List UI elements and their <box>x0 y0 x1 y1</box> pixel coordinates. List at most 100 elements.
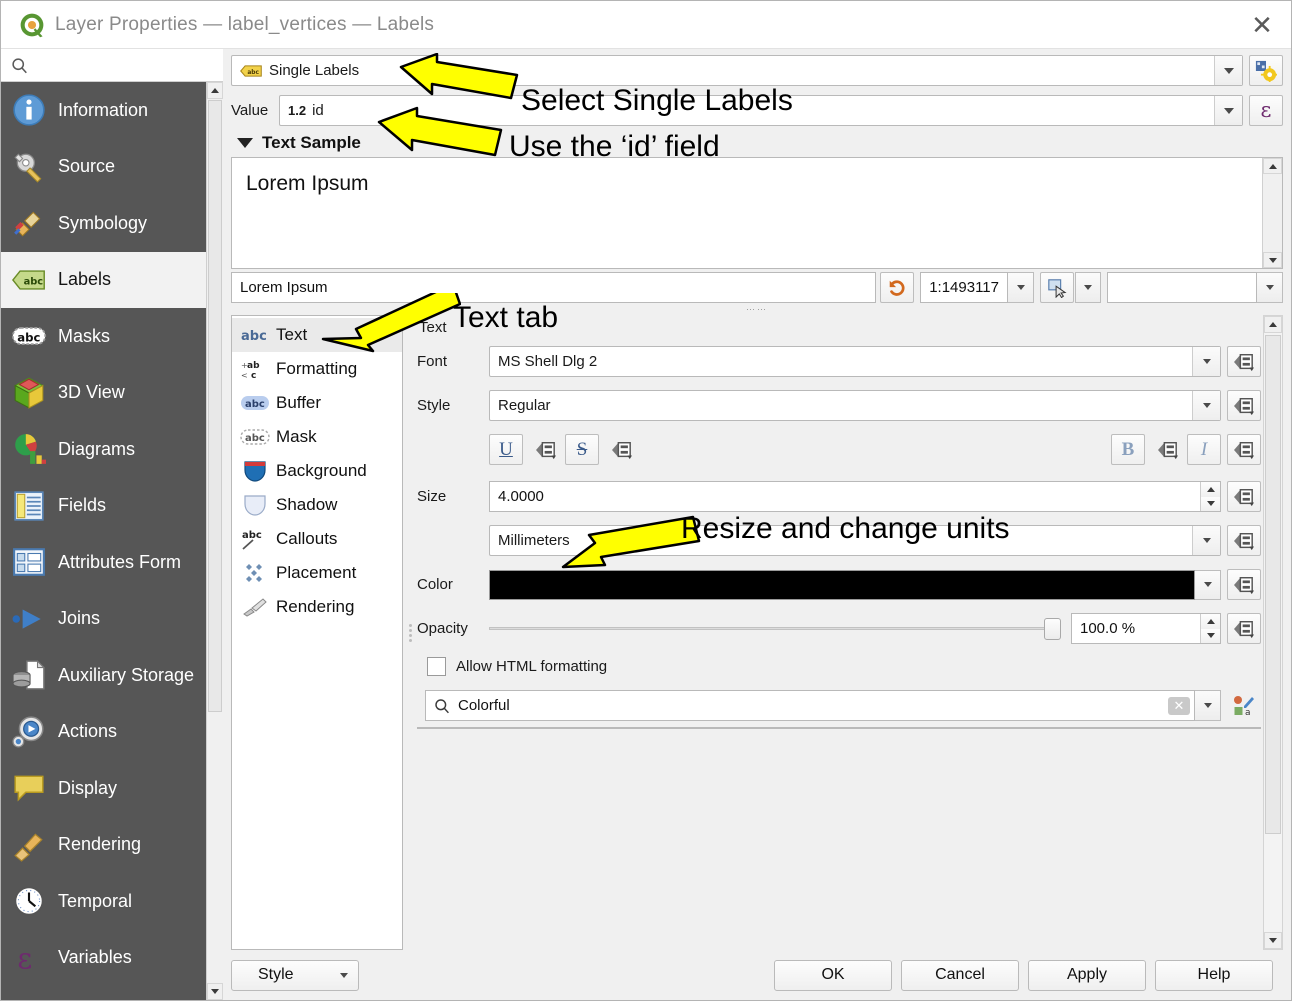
sidebar-item-information[interactable]: Information <box>1 82 223 139</box>
opacity-step-down[interactable] <box>1201 628 1220 643</box>
help-button[interactable]: Help <box>1155 959 1273 991</box>
value-expression-button[interactable]: ε <box>1249 95 1283 126</box>
text-sample-scrollbar[interactable] <box>1262 158 1282 268</box>
text-sample-input[interactable]: Lorem Ipsum <box>231 272 877 303</box>
sidebar-item-variables[interactable]: ε Variables <box>1 930 223 987</box>
sidebar-item-fields[interactable]: Fields <box>1 478 223 535</box>
size-units-combo[interactable]: Millimeters <box>489 525 1221 556</box>
sidebar-item-labels[interactable]: abc Labels <box>1 251 223 308</box>
tab-text[interactable]: abc Text <box>232 318 402 352</box>
background-color-dropdown[interactable] <box>1257 272 1283 303</box>
sidebar-scroll-down-button[interactable] <box>207 983 223 1000</box>
style-menu-button[interactable]: Style <box>231 959 359 991</box>
units-data-defined-override-button[interactable] <box>1227 525 1261 556</box>
sidebar-item-actions[interactable]: Actions <box>1 704 223 761</box>
style-preset-list[interactable] <box>417 727 1261 729</box>
size-stepper[interactable] <box>1200 482 1220 511</box>
sidebar-item-display[interactable]: Display <box>1 760 223 817</box>
form-scroll-thumb[interactable] <box>1265 335 1281 834</box>
text-form-scrollbar[interactable] <box>1263 315 1283 950</box>
opacity-step-up[interactable] <box>1201 614 1220 629</box>
sidebar-item-auxiliary-storage[interactable]: Auxiliary Storage <box>1 647 223 704</box>
size-step-up[interactable] <box>1201 482 1220 497</box>
background-color-value[interactable] <box>1107 272 1257 303</box>
map-scale-value[interactable]: 1:1493117 <box>920 272 1008 303</box>
close-button[interactable]: ✕ <box>1245 8 1279 42</box>
font-dropdown-arrow[interactable] <box>1192 347 1220 376</box>
underline-button[interactable]: U <box>489 434 523 465</box>
style-data-defined-override-button[interactable] <box>1227 390 1261 421</box>
sidebar-scroll-up-button[interactable] <box>207 82 223 99</box>
sidebar-item-source[interactable]: Source <box>1 139 223 196</box>
size-spinbox[interactable]: 4.0000 <box>489 481 1221 512</box>
style-search-dropdown[interactable] <box>1195 690 1221 721</box>
sidebar-item-diagrams[interactable]: Diagrams <box>1 421 223 478</box>
text-color-swatch[interactable] <box>489 569 1195 600</box>
form-scroll-up-button[interactable] <box>1264 316 1282 333</box>
italic-data-defined-override-button[interactable] <box>1227 434 1261 465</box>
select-map-dropdown[interactable] <box>1075 272 1101 303</box>
size-units-dropdown-arrow[interactable] <box>1192 526 1220 555</box>
sample-scroll-up-button[interactable] <box>1263 158 1282 174</box>
size-step-down[interactable] <box>1201 496 1220 511</box>
cancel-button[interactable]: Cancel <box>901 959 1019 991</box>
panel-splitter[interactable] <box>403 315 417 950</box>
text-color-dropdown[interactable] <box>1195 569 1221 600</box>
italic-button[interactable]: I <box>1187 434 1221 465</box>
strikethrough-data-defined-override-button[interactable] <box>605 434 639 465</box>
search-input[interactable] <box>28 49 223 81</box>
tab-shadow[interactable]: Shadow <box>232 488 402 522</box>
value-field-combo[interactable]: 1.2 id <box>279 95 1243 126</box>
sidebar-item-joins[interactable]: Joins <box>1 591 223 648</box>
tab-mask[interactable]: abc Mask <box>232 420 402 454</box>
style-search-input[interactable]: Colorful ✕ <box>425 690 1195 721</box>
revert-sample-button[interactable] <box>880 272 915 303</box>
tab-formatting[interactable]: + ab < c Formatting <box>232 352 402 386</box>
opacity-data-defined-override-button[interactable] <box>1227 613 1261 644</box>
save-style-button[interactable]: a <box>1227 690 1261 721</box>
style-combo[interactable]: Regular <box>489 390 1221 421</box>
labeling-mode-dropdown-arrow[interactable] <box>1214 56 1242 85</box>
sidebar-scroll-thumb[interactable] <box>208 100 222 712</box>
tab-rendering[interactable]: Rendering <box>232 590 402 624</box>
tab-buffer[interactable]: abc Buffer <box>232 386 402 420</box>
sidebar-scrollbar[interactable] <box>206 82 223 1000</box>
apply-button[interactable]: Apply <box>1028 959 1146 991</box>
tab-callouts[interactable]: abc Callouts <box>232 522 402 556</box>
sidebar-item-rendering[interactable]: Rendering <box>1 817 223 874</box>
tab-background[interactable]: Background <box>232 454 402 488</box>
allow-html-checkbox[interactable] <box>427 657 446 676</box>
color-data-defined-override-button[interactable] <box>1227 569 1261 600</box>
text-sample-section-header[interactable]: Text Sample <box>237 133 1283 153</box>
value-field-dropdown-arrow[interactable] <box>1214 96 1242 125</box>
select-map-button[interactable] <box>1040 272 1074 303</box>
map-scale-dropdown[interactable] <box>1008 272 1034 303</box>
sidebar-search[interactable] <box>1 49 223 82</box>
splitter-grip[interactable]: ⋯⋯ <box>231 303 1283 315</box>
tab-placement[interactable]: Placement <box>232 556 402 590</box>
ok-button[interactable]: OK <box>774 959 892 991</box>
sidebar-item-3d-view[interactable]: 3D View <box>1 365 223 422</box>
allow-html-row[interactable]: Allow HTML formatting <box>427 657 1261 676</box>
form-scroll-down-button[interactable] <box>1264 932 1282 949</box>
underline-data-defined-override-button[interactable] <box>529 434 563 465</box>
sample-scroll-down-button[interactable] <box>1263 252 1282 268</box>
opacity-spinbox[interactable]: 100.0 % <box>1071 613 1221 644</box>
strikethrough-button[interactable]: S <box>565 434 599 465</box>
sidebar-item-symbology[interactable]: Symbology <box>1 195 223 252</box>
opacity-slider-knob[interactable] <box>1044 617 1061 640</box>
opacity-slider[interactable] <box>489 617 1061 640</box>
font-combo[interactable]: MS Shell Dlg 2 <box>489 346 1221 377</box>
opacity-stepper[interactable] <box>1200 614 1220 643</box>
clear-x-icon[interactable]: ✕ <box>1168 696 1190 715</box>
labeling-mode-combo[interactable]: abc Single Labels <box>231 55 1243 86</box>
sidebar-item-attributes-form[interactable]: Attributes Form <box>1 534 223 591</box>
size-data-defined-override-button[interactable] <box>1227 481 1261 512</box>
style-dropdown-arrow[interactable] <box>1192 391 1220 420</box>
bold-button[interactable]: B <box>1111 434 1145 465</box>
automated-placement-button[interactable] <box>1249 55 1283 86</box>
font-data-defined-override-button[interactable] <box>1227 346 1261 377</box>
sidebar-item-masks[interactable]: abc Masks <box>1 308 223 365</box>
sidebar-item-temporal[interactable]: Temporal <box>1 873 223 930</box>
bold-data-defined-override-button[interactable] <box>1151 434 1185 465</box>
